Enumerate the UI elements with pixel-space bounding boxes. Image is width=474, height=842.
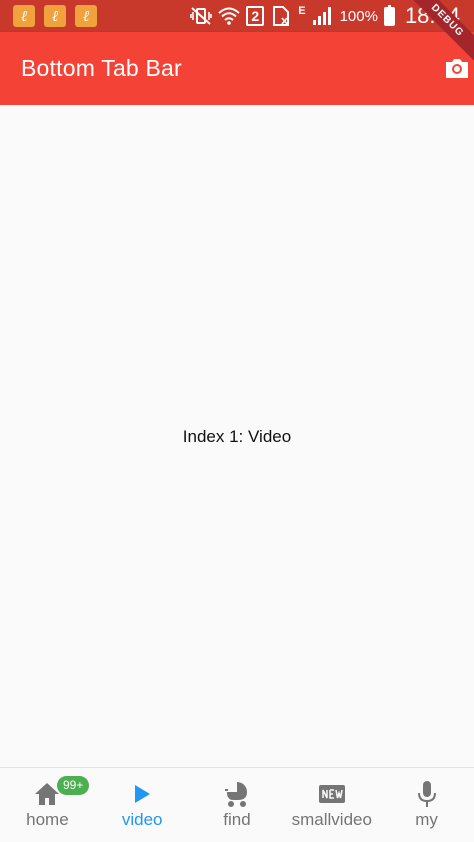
signal-icon: [312, 5, 334, 27]
tab-home[interactable]: 99+ home: [0, 768, 95, 842]
tab-my[interactable]: my: [379, 768, 474, 842]
app-notification-icon: ℓ: [75, 5, 97, 27]
app-notification-icon: ℓ: [13, 5, 35, 27]
content-text: Index 1: Video: [182, 427, 292, 446]
stroller-icon: [223, 780, 251, 808]
bottom-navigation: 99+ home video find smallvideo my: [0, 767, 474, 842]
tab-video[interactable]: video: [95, 768, 190, 842]
tab-label: smallvideo: [291, 810, 372, 829]
play-icon: [128, 780, 156, 808]
tab-label: find: [223, 810, 251, 829]
new-icon: [318, 780, 346, 808]
notification-badge: 99+: [57, 776, 90, 795]
microphone-icon: [413, 780, 441, 808]
sim-slot-indicator: 2: [246, 6, 265, 26]
camera-button[interactable]: [442, 54, 472, 82]
page-title: Bottom Tab Bar: [21, 55, 182, 81]
battery-icon: [383, 4, 395, 26]
app-notification-icon: ℓ: [44, 5, 66, 27]
content-area: Index 1: Video: [0, 105, 474, 767]
wifi-icon: [218, 5, 240, 27]
no-sim-icon: [270, 5, 292, 27]
battery-percentage: 100%: [339, 7, 378, 25]
app-bar: Bottom Tab Bar: [0, 32, 474, 105]
tab-find[interactable]: find: [190, 768, 285, 842]
network-type-indicator: E: [298, 5, 306, 17]
tab-label: my: [415, 810, 438, 829]
tab-label: video: [121, 810, 163, 829]
camera-icon: [446, 59, 468, 78]
tab-label: home: [26, 810, 69, 829]
status-bar: ℓ ℓ ℓ 2 E 100% 18:24: [0, 0, 474, 32]
notification-icons: ℓ ℓ ℓ: [13, 5, 97, 27]
tab-smallvideo[interactable]: smallvideo: [284, 768, 379, 842]
vibrate-icon: [190, 5, 213, 27]
